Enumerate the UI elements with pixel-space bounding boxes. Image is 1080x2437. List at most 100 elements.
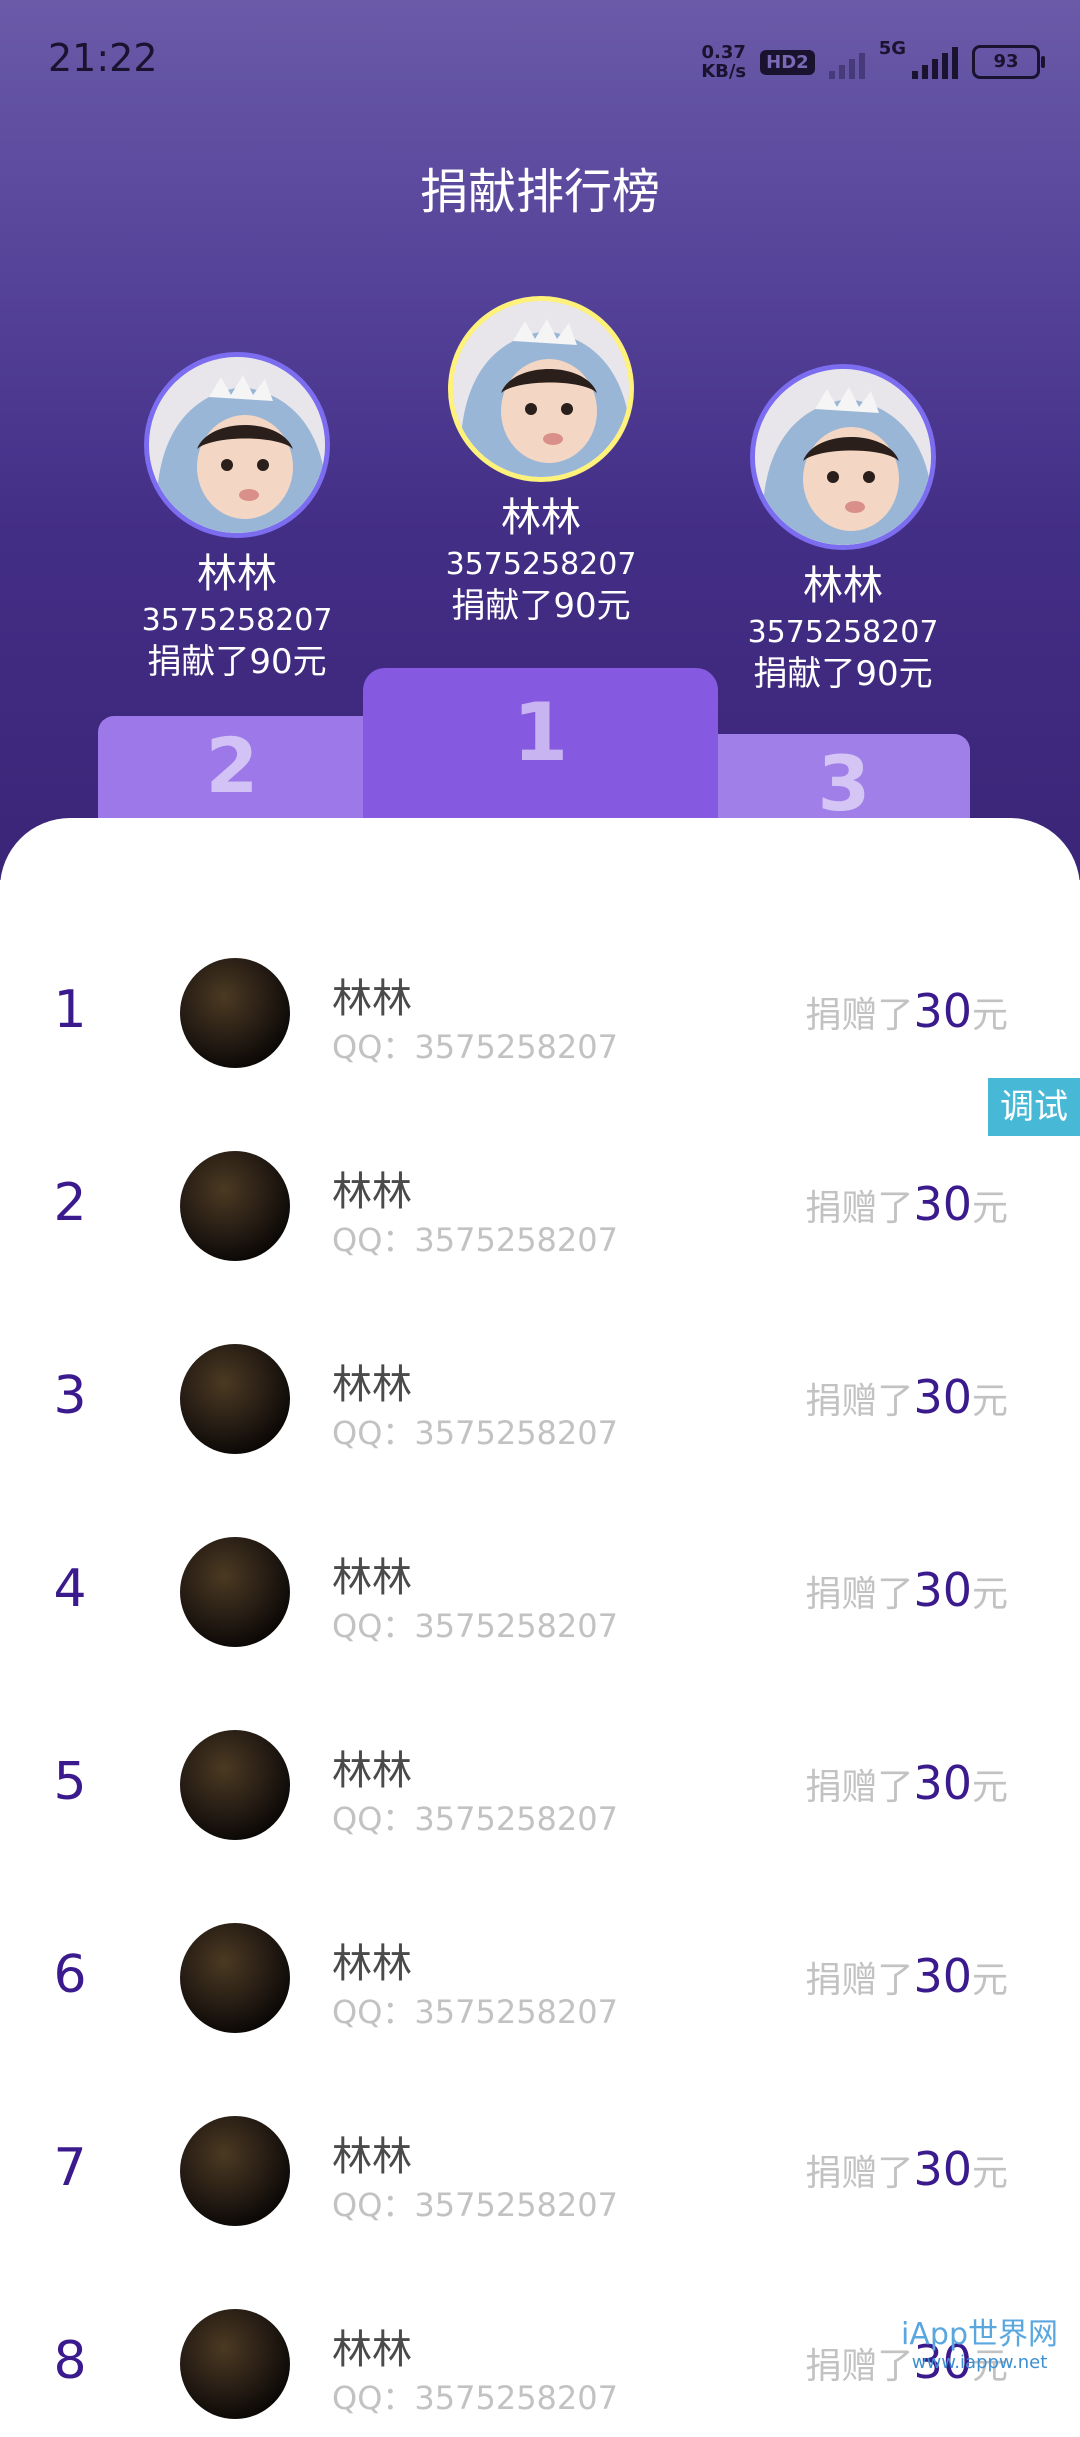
- qq-label: QQ：: [332, 2186, 415, 2224]
- podium-amount: 捐献了90元: [147, 642, 327, 682]
- podium-third[interactable]: 林林 3575258207 捐献了90元: [743, 364, 943, 696]
- list-row[interactable]: 5 林林 QQ：3575258207 捐赠了30元: [0, 1708, 1080, 1858]
- child-photo-icon: [149, 357, 325, 533]
- status-bar: 21:22 0.37 KB/s HD2 5G 93: [0, 0, 1080, 120]
- donation-amount: 捐赠了30元: [805, 984, 1008, 1038]
- donation-amount: 捐赠了30元: [805, 1949, 1008, 2003]
- donor-name: 林林: [332, 1748, 412, 1794]
- amount-prefix: 捐赠了: [805, 1574, 914, 1615]
- amount-prefix: 捐赠了: [805, 995, 914, 1036]
- qq-number: 3575258207: [414, 1221, 618, 1259]
- amount-value: 30: [913, 1177, 972, 1231]
- podium-name: 林林: [197, 551, 277, 597]
- amount-suffix: 元: [971, 995, 1008, 1036]
- podium-qq: 3575258207: [445, 547, 637, 582]
- qq-number: 3575258207: [414, 2379, 618, 2417]
- avatar[interactable]: [750, 364, 936, 550]
- battery-icon: 93: [972, 45, 1045, 79]
- avatar[interactable]: [448, 296, 634, 482]
- podium-name: 林林: [803, 563, 883, 609]
- amount-value: 30: [913, 1370, 972, 1424]
- page-title: 捐献排行榜: [419, 164, 660, 220]
- rank-number: 3: [53, 1366, 87, 1426]
- amount-value: 30: [913, 984, 972, 1038]
- list-row[interactable]: 1 林林 QQ：3575258207 捐赠了30元: [0, 936, 1080, 1086]
- avatar[interactable]: [144, 352, 330, 538]
- list-row[interactable]: 6 林林 QQ：3575258207 捐赠了30元: [0, 1901, 1080, 2051]
- signal-icon: [912, 45, 958, 79]
- donor-qq: QQ：3575258207: [332, 1022, 618, 1068]
- list-row[interactable]: 7 林林 QQ：3575258207 捐赠了30元: [0, 2094, 1080, 2244]
- qq-label: QQ：: [332, 1221, 415, 1259]
- podium-qq: 3575258207: [747, 615, 939, 650]
- watermark-url: www.iappw.net: [911, 2352, 1048, 2373]
- rank-number: 5: [53, 1752, 87, 1812]
- qq-label: QQ：: [332, 1993, 415, 2031]
- avatar[interactable]: [180, 1151, 290, 1261]
- donation-amount: 捐赠了30元: [805, 2142, 1008, 2196]
- donor-qq: QQ：3575258207: [332, 2180, 618, 2226]
- amount-suffix: 元: [971, 1960, 1008, 2001]
- qq-label: QQ：: [332, 1028, 415, 1066]
- amount-prefix: 捐赠了: [805, 1960, 914, 2001]
- avatar[interactable]: [180, 958, 290, 1068]
- podium-amount: 捐献了90元: [753, 654, 933, 694]
- debug-button[interactable]: 调试: [988, 1078, 1080, 1136]
- donor-name: 林林: [332, 1169, 412, 1215]
- ranking-list-sheet[interactable]: 1 林林 QQ：3575258207 捐赠了30元 2 林林 QQ：3575258207 捐赠…: [0, 818, 1080, 2419]
- avatar[interactable]: [180, 1344, 290, 1454]
- amount-prefix: 捐赠了: [805, 1188, 914, 1229]
- podium-first[interactable]: 林林 3575258207 捐献了90元: [441, 296, 641, 628]
- amount-prefix: 捐赠了: [805, 2346, 914, 2387]
- amount-prefix: 捐赠了: [805, 2153, 914, 2194]
- donor-name: 林林: [332, 1555, 412, 1601]
- amount-suffix: 元: [971, 1574, 1008, 1615]
- qq-label: QQ：: [332, 1414, 415, 1452]
- net-speed-value: 0.37: [701, 42, 746, 63]
- donation-amount: 捐赠了30元: [805, 1177, 1008, 1231]
- net-speed-unit: KB/s: [701, 61, 747, 82]
- child-photo-icon: [755, 369, 931, 545]
- avatar[interactable]: [180, 1730, 290, 1840]
- watermark-title: iApp世界网: [901, 2317, 1058, 2352]
- qq-number: 3575258207: [414, 1607, 618, 1645]
- donor-qq: QQ：3575258207: [332, 1601, 618, 1647]
- avatar[interactable]: [180, 1537, 290, 1647]
- avatar[interactable]: [180, 2116, 290, 2226]
- qq-number: 3575258207: [414, 1800, 618, 1838]
- amount-suffix: 元: [971, 2153, 1008, 2194]
- watermark: iApp世界网 www.iappw.net: [901, 2318, 1058, 2374]
- podium-qq: 3575258207: [141, 603, 333, 638]
- qq-label: QQ：: [332, 1607, 415, 1645]
- donation-amount: 捐赠了30元: [805, 1370, 1008, 1424]
- amount-value: 30: [913, 1756, 972, 1810]
- rank-number: 6: [53, 1945, 87, 2005]
- donor-qq: QQ：3575258207: [332, 1408, 618, 1454]
- donor-qq: QQ：3575258207: [332, 1794, 618, 1840]
- amount-value: 30: [913, 1563, 972, 1617]
- avatar[interactable]: [180, 2309, 290, 2419]
- list-row[interactable]: 2 林林 QQ：3575258207 捐赠了30元: [0, 1129, 1080, 1279]
- qq-label: QQ：: [332, 2379, 415, 2417]
- qq-number: 3575258207: [414, 1993, 618, 2031]
- podium-amount: 捐献了90元: [451, 586, 631, 626]
- donation-amount: 捐赠了30元: [805, 1563, 1008, 1617]
- donation-amount: 捐赠了30元: [805, 1756, 1008, 1810]
- child-photo-icon: [453, 301, 629, 477]
- status-time: 21:22: [48, 36, 158, 80]
- amount-suffix: 元: [971, 1188, 1008, 1229]
- rank-number: 8: [53, 2331, 87, 2391]
- avatar[interactable]: [180, 1923, 290, 2033]
- rank-number: 4: [53, 1559, 87, 1619]
- list-row[interactable]: 4 林林 QQ：3575258207 捐赠了30元: [0, 1515, 1080, 1665]
- qq-number: 3575258207: [414, 1414, 618, 1452]
- donor-name: 林林: [332, 1362, 412, 1408]
- amount-prefix: 捐赠了: [805, 1381, 914, 1422]
- rank-number: 1: [53, 980, 87, 1040]
- podium-second[interactable]: 林林 3575258207 捐献了90元: [137, 352, 337, 684]
- donor-name: 林林: [332, 1941, 412, 1987]
- list-row[interactable]: 3 林林 QQ：3575258207 捐赠了30元: [0, 1322, 1080, 1472]
- amount-prefix: 捐赠了: [805, 1767, 914, 1808]
- hd-badge: HD2: [760, 49, 815, 75]
- donor-qq: QQ：3575258207: [332, 1215, 618, 1261]
